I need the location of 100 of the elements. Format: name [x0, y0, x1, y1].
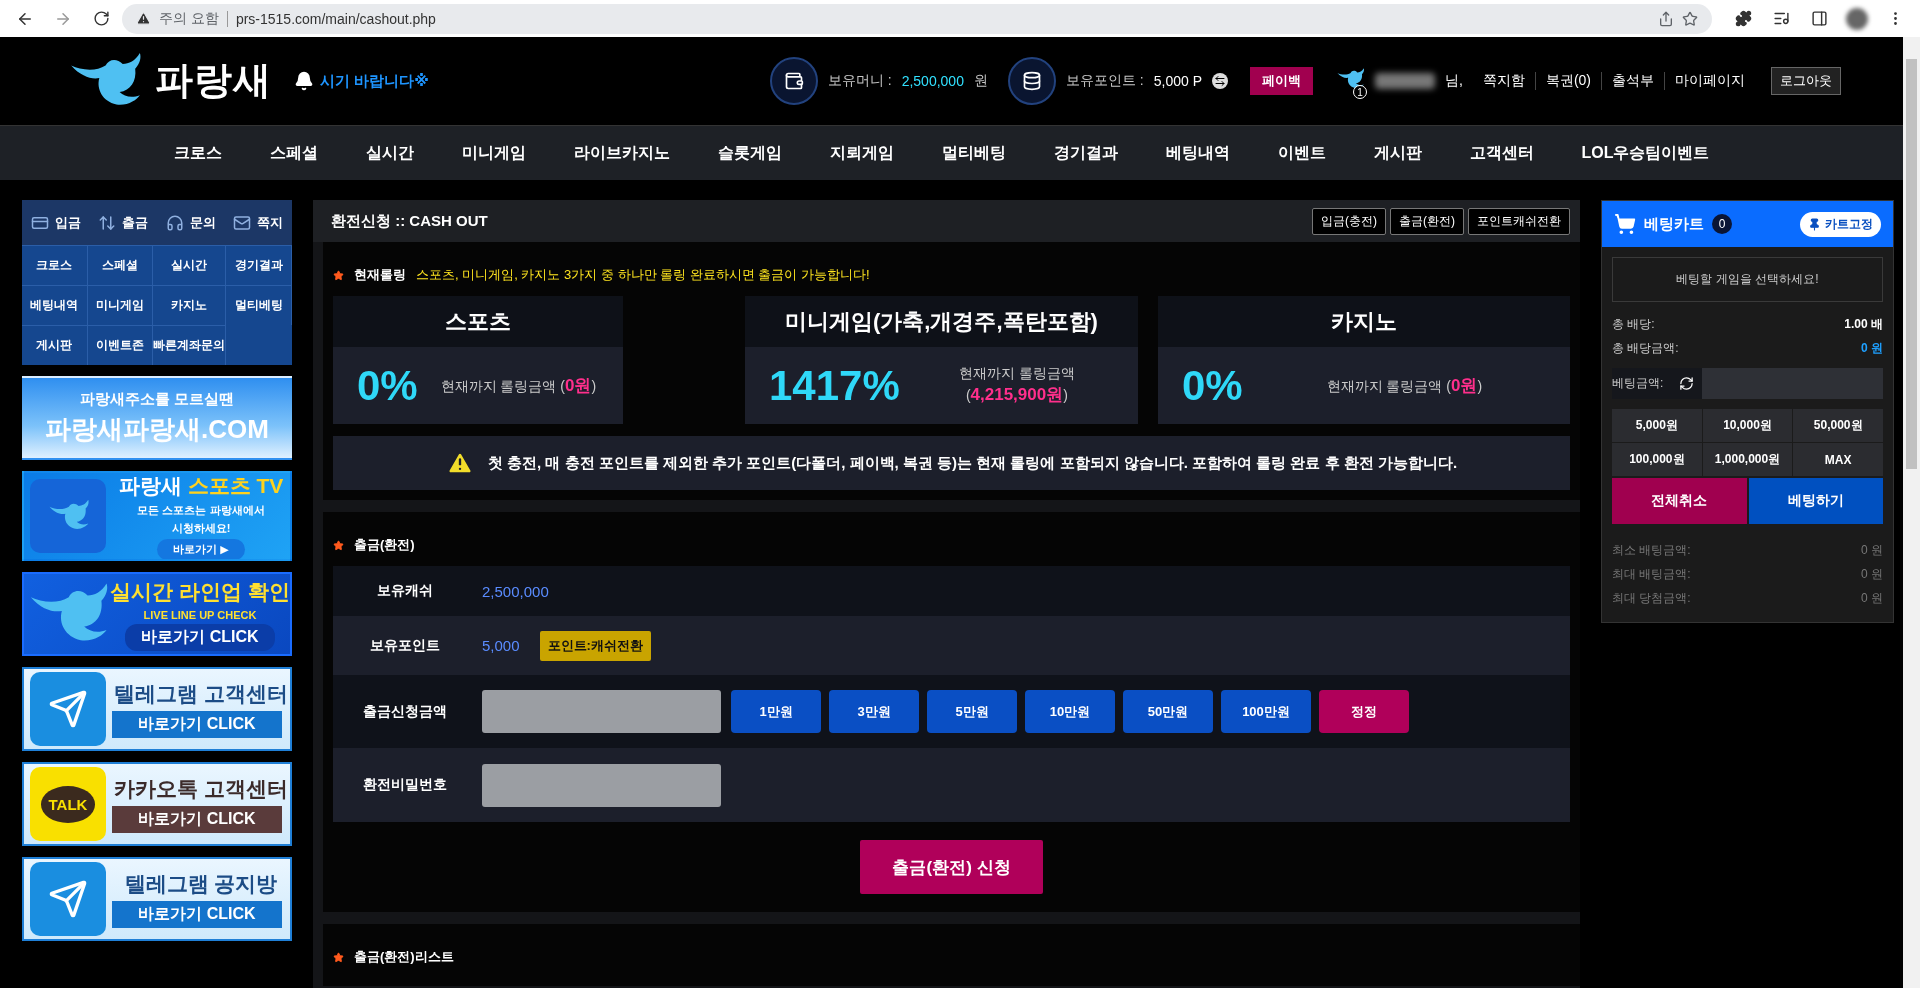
side-menu-item[interactable]: 빠른계좌문의 — [153, 325, 227, 365]
url-text: prs-1515.com/main/cashout.php — [235, 10, 436, 27]
banner-button[interactable]: 바로가기 CLICK — [112, 711, 282, 738]
nav-item[interactable]: 고객센터 — [1469, 142, 1534, 164]
exchange-icon[interactable] — [1212, 73, 1228, 89]
nav-item[interactable]: 크로스 — [173, 142, 222, 164]
refresh-icon[interactable] — [1679, 376, 1695, 391]
submit-button[interactable]: 출금(환전) 신청 — [860, 840, 1043, 894]
panel-tab-button[interactable]: 포인트캐쉬전환 — [1468, 207, 1570, 235]
address-bar[interactable]: 주의 요함 prs-1515.com/main/cashout.php — [122, 3, 1712, 34]
amount-button[interactable]: 1만원 — [731, 690, 821, 733]
pin-icon — [1808, 217, 1821, 231]
banner-button[interactable]: 바로가기 ▶ — [157, 539, 245, 559]
site-logo[interactable]: 파랑새 — [155, 55, 272, 107]
nav-item[interactable]: 이벤트 — [1277, 142, 1326, 164]
panel-tab-button[interactable]: 출금(환전) — [1390, 207, 1464, 235]
convert-button[interactable]: 포인트:캐쉬전환 — [539, 630, 651, 661]
amount-button[interactable]: 5만원 — [927, 690, 1017, 733]
quick-menu-item[interactable]: 입금 — [30, 213, 81, 232]
side-menu-item[interactable]: 멀티베팅 — [226, 285, 292, 325]
nav-item[interactable]: 베팅내역 — [1165, 142, 1230, 164]
promo-banner[interactable]: 텔레그램 고객센터 바로가기 CLICK — [22, 667, 292, 751]
mail-icon — [233, 213, 252, 232]
side-menu-item[interactable]: 이벤트존 — [87, 325, 154, 365]
total-label: 총 배당: — [1612, 316, 1655, 333]
amount-button[interactable]: 3만원 — [829, 690, 919, 733]
password-field[interactable] — [482, 763, 721, 807]
rolling-card-title: 카지노 — [1158, 296, 1570, 347]
cancel-all-button[interactable]: 전체취소 — [1612, 478, 1747, 524]
nav-item[interactable]: LOL우승팀이벤트 — [1581, 142, 1710, 164]
paper-plane-icon — [30, 672, 106, 746]
promo-banner[interactable]: 파랑새 스포츠 TV 모든 스포츠는 파랑새에서 시청하세요! 바로가기 ▶ — [22, 471, 292, 561]
promo-banner[interactable]: 텔레그램 공지방 바로가기 CLICK — [22, 857, 292, 941]
panel-tab-button[interactable]: 입금(충전) — [1312, 207, 1386, 235]
amount-chip[interactable]: 1,000,000원 — [1702, 443, 1793, 476]
section-heading: 현재롤링 — [354, 266, 406, 284]
rolling-notice: 스포츠, 미니게임, 카지노 3가지 중 하나만 롤링 완료하시면 출금이 가능합니다! — [416, 266, 870, 284]
banner-subtitle: 파랑새주소를 모르실땐 — [79, 389, 235, 409]
side-menu-item[interactable]: 베팅내역 — [22, 285, 88, 325]
point-label: 보유포인트 : — [1065, 72, 1144, 90]
blurred-username — [1375, 73, 1435, 89]
reset-button[interactable]: 정정 — [1319, 690, 1409, 733]
header-link[interactable]: 쪽지함 — [1472, 72, 1535, 90]
money-value: 2,500,000 — [901, 73, 964, 89]
side-menu-item[interactable]: 카지노 — [153, 285, 227, 325]
profile-avatar[interactable] — [1846, 7, 1868, 30]
nav-item[interactable]: 슬롯게임 — [717, 142, 782, 164]
bookmark-star-icon[interactable] — [1682, 10, 1698, 27]
nav-item[interactable]: 스페셜 — [269, 142, 318, 164]
amount-button[interactable]: 10만원 — [1025, 690, 1115, 733]
pin-cart-button[interactable]: 카트고정 — [1800, 211, 1881, 237]
amount-chip[interactable]: 5,000원 — [1612, 409, 1702, 442]
side-menu-item[interactable]: 크로스 — [22, 245, 88, 285]
nav-item[interactable]: 지뢰게임 — [829, 142, 894, 164]
amount-button[interactable]: 50만원 — [1123, 690, 1213, 733]
quick-menu-item[interactable]: 쪽지 — [233, 213, 284, 232]
rolling-percent: 0% — [357, 361, 418, 410]
media-list-icon[interactable] — [1772, 10, 1790, 27]
bet-amount-field[interactable] — [1702, 368, 1883, 399]
side-menu-item[interactable]: 미니게임 — [87, 285, 154, 325]
total-value: 0 원 — [1861, 340, 1883, 357]
banner-title: 텔레그램 고객센터 — [114, 681, 288, 707]
side-menu-item[interactable]: 경기결과 — [226, 245, 292, 285]
promo-banner[interactable]: 실시간 라인업 확인 LIVE LINE UP CHECK 바로가기 CLICK — [22, 572, 292, 656]
nav-item[interactable]: 게시판 — [1373, 142, 1422, 164]
banner-button[interactable]: 바로가기 CLICK — [125, 623, 275, 651]
scrollbar[interactable] — [1903, 37, 1920, 988]
nav-item[interactable]: 경기결과 — [1053, 142, 1118, 164]
header-link[interactable]: 마이페이지 — [1664, 72, 1755, 90]
nav-item[interactable]: 실시간 — [365, 142, 414, 164]
bet-amount-label: 베팅금액: — [1612, 375, 1664, 392]
header-link[interactable]: 출석부 — [1601, 72, 1664, 90]
rolling-amount: 현재까지 롤링금액 (0원) — [439, 375, 598, 397]
amount-chip[interactable]: 10,000원 — [1702, 409, 1793, 442]
amount-chip[interactable]: 100,000원 — [1612, 443, 1702, 476]
amount-chip[interactable]: 50,000원 — [1793, 409, 1883, 442]
amount-chip[interactable]: MAX — [1793, 443, 1883, 476]
payback-button[interactable]: 페이백 — [1250, 67, 1313, 95]
amount-button[interactable]: 100만원 — [1221, 690, 1311, 733]
nav-item[interactable]: 멀티베팅 — [941, 142, 1006, 164]
side-menu-item[interactable]: 실시간 — [153, 245, 227, 285]
promo-banner[interactable]: TALK 카카오톡 고객센터 바로가기 CLICK — [22, 762, 292, 846]
share-icon[interactable] — [1658, 10, 1674, 27]
rolling-card-title: 스포츠 — [333, 296, 623, 347]
place-bet-button[interactable]: 베팅하기 — [1748, 478, 1883, 524]
nav-item[interactable]: 라이브카지노 — [573, 142, 670, 164]
quick-menu-item[interactable]: 출금 — [98, 213, 149, 232]
quick-menu-item[interactable]: 문의 — [165, 213, 216, 232]
reload-icon[interactable] — [92, 10, 110, 27]
side-panel-icon[interactable] — [1810, 10, 1828, 27]
banner-button[interactable]: 바로가기 CLICK — [112, 901, 282, 928]
puzzle-icon[interactable] — [1734, 10, 1752, 27]
side-menu-item[interactable]: 게시판 — [22, 325, 88, 365]
logout-button[interactable]: 로그아웃 — [1771, 67, 1841, 95]
amount-field[interactable] — [482, 690, 721, 733]
nav-item[interactable]: 미니게임 — [461, 142, 526, 164]
side-menu-item[interactable]: 스페셜 — [87, 245, 154, 285]
banner-button[interactable]: 바로가기 CLICK — [112, 806, 282, 833]
header-link[interactable]: 복권(0) — [1534, 72, 1601, 90]
rolling-card-title: 미니게임(가축,개경주,폭탄포함) — [745, 296, 1138, 347]
